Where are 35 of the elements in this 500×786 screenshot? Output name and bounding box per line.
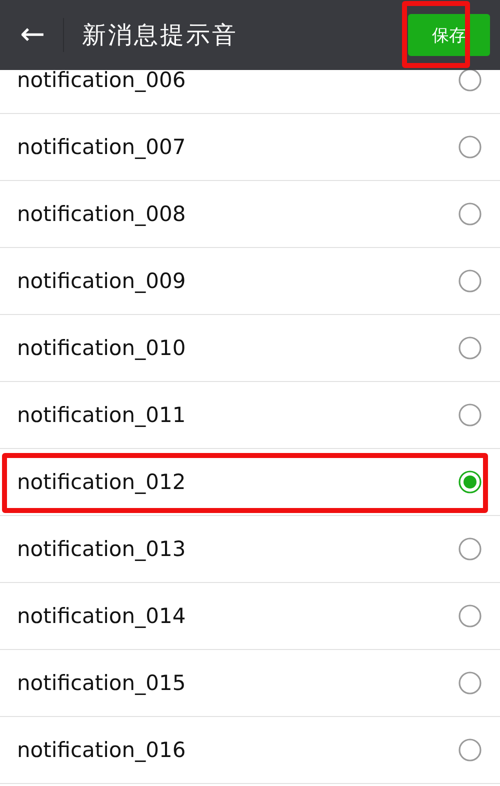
sound-name: notification_016 [17, 738, 186, 762]
sound-name: notification_011 [17, 403, 186, 427]
radio-button[interactable] [458, 738, 482, 762]
radio-button[interactable] [458, 470, 482, 494]
radio-button[interactable] [458, 269, 482, 293]
sound-item[interactable]: notification_007 [0, 114, 500, 181]
sound-name: notification_007 [17, 135, 186, 159]
sound-item[interactable]: notification_016 [0, 717, 500, 784]
sound-item[interactable]: notification_014 [0, 583, 500, 650]
radio-button[interactable] [458, 604, 482, 628]
sound-item[interactable]: notification_009 [0, 248, 500, 315]
sound-item[interactable]: notification_011 [0, 382, 500, 449]
sound-name: notification_010 [17, 336, 186, 360]
radio-button[interactable] [458, 537, 482, 561]
radio-button[interactable] [458, 202, 482, 226]
sound-name: notification_008 [17, 202, 186, 226]
radio-button[interactable] [458, 135, 482, 159]
sound-name: notification_015 [17, 671, 186, 695]
sound-name: notification_013 [17, 537, 186, 561]
sound-item[interactable]: notification_006 [0, 70, 500, 114]
radio-button[interactable] [458, 70, 482, 92]
sound-name: notification_012 [17, 470, 186, 494]
sound-item[interactable]: notification_008 [0, 181, 500, 248]
sound-name: notification_014 [17, 604, 186, 628]
screen-title: 新消息提示音 [82, 20, 238, 51]
sound-item[interactable]: notification_012 [0, 449, 500, 516]
back-icon[interactable]: ← [20, 20, 46, 50]
sound-name: notification_009 [17, 269, 186, 293]
radio-button[interactable] [458, 336, 482, 360]
radio-button[interactable] [458, 671, 482, 695]
sound-item[interactable]: notification_013 [0, 516, 500, 583]
sound-item[interactable]: notification_010 [0, 315, 500, 382]
sound-name: notification_006 [17, 70, 186, 92]
sound-item[interactable]: notification_015 [0, 650, 500, 717]
radio-button[interactable] [458, 403, 482, 427]
